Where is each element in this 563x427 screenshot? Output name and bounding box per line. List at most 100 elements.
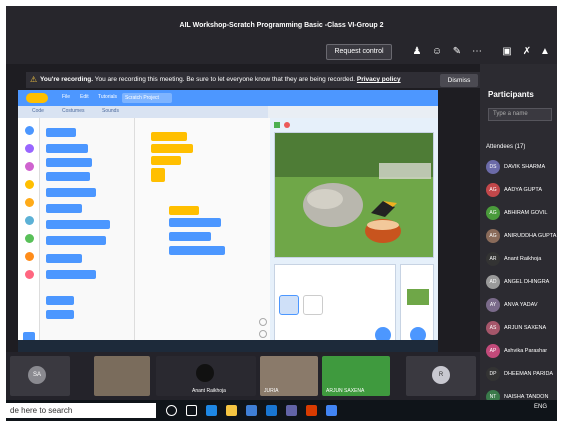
video-tile[interactable]: [94, 356, 150, 396]
category-events[interactable]: [25, 180, 34, 189]
category-operators[interactable]: [25, 234, 34, 243]
video-tile[interactable]: JURIA: [260, 356, 318, 396]
zoom-in-icon[interactable]: [259, 318, 267, 326]
video-tile[interactable]: SA: [10, 356, 70, 396]
share-icon[interactable]: ▲: [537, 44, 553, 60]
store-icon[interactable]: [246, 405, 257, 416]
menu-file[interactable]: File: [62, 94, 70, 100]
warning-icon: ⚠: [30, 75, 38, 84]
participant-row[interactable]: DS DAVIK SHARMA: [486, 160, 556, 176]
file-explorer-icon[interactable]: [226, 405, 237, 416]
stop-icon[interactable]: [284, 122, 290, 128]
menu-tutorials[interactable]: Tutorials: [98, 94, 117, 100]
palette-block[interactable]: [46, 158, 92, 167]
teams-icon[interactable]: [286, 405, 297, 416]
stage[interactable]: [274, 132, 434, 258]
palette-block[interactable]: [46, 270, 96, 279]
participant-avatar: DP: [486, 367, 500, 381]
camera-off-icon[interactable]: ▣: [499, 44, 515, 60]
participant-row[interactable]: DP DHEEMAN PARIDA: [486, 367, 556, 383]
category-motion[interactable]: [25, 126, 34, 135]
language-indicator[interactable]: ENG: [534, 404, 547, 410]
palette-block[interactable]: [46, 236, 106, 245]
backdrop-thumbnail[interactable]: [407, 289, 429, 305]
participant-name: AADYA GUPTA: [504, 187, 543, 193]
tile-name: ARJUN SAXENA: [326, 388, 365, 394]
video-tile[interactable]: R: [406, 356, 476, 396]
powerpoint-icon[interactable]: [306, 405, 317, 416]
people-icon[interactable]: ♟: [409, 44, 425, 60]
code-area[interactable]: [135, 118, 270, 352]
tab-code[interactable]: Code: [32, 108, 44, 114]
participants-panel: Participants Type a name Attendees (17) …: [480, 64, 557, 421]
attendees-header[interactable]: Attendees (17): [486, 144, 525, 150]
chat-icon[interactable]: ✎: [449, 44, 465, 60]
participant-row[interactable]: AG AADYA GUPTA: [486, 183, 556, 199]
code-block[interactable]: [151, 132, 187, 141]
participant-avatar: AG: [486, 183, 500, 197]
participant-name: ANGEL DHINGRA: [504, 279, 550, 285]
palette-block[interactable]: [46, 204, 82, 213]
tab-sounds[interactable]: Sounds: [102, 108, 119, 114]
code-block[interactable]: [169, 206, 199, 215]
tab-costumes[interactable]: Costumes: [62, 108, 85, 114]
code-block[interactable]: [151, 168, 165, 182]
category-my-blocks[interactable]: [25, 270, 34, 279]
participant-row[interactable]: AS ARJUN SAXENA: [486, 321, 556, 337]
block-palette: [40, 118, 135, 352]
scratch-logo[interactable]: [26, 93, 48, 103]
recording-message: You are recording this meeting. Be sure …: [94, 76, 356, 83]
code-block[interactable]: [169, 218, 221, 227]
palette-block[interactable]: [46, 220, 110, 229]
code-block[interactable]: [151, 156, 181, 165]
palette-block[interactable]: [46, 128, 76, 137]
code-block[interactable]: [151, 144, 193, 153]
sprite-thumbnail[interactable]: [303, 295, 323, 315]
participant-row[interactable]: AP Ashvika Parashar: [486, 344, 556, 360]
participant-avatar: AY: [486, 298, 500, 312]
palette-block[interactable]: [46, 172, 90, 181]
participant-row[interactable]: AR Anant Raikhoja: [486, 252, 556, 268]
code-block[interactable]: [169, 246, 225, 255]
request-control-button[interactable]: Request control: [326, 44, 392, 60]
category-sound[interactable]: [25, 162, 34, 171]
sprite-thumbnail[interactable]: [279, 295, 299, 315]
dismiss-button[interactable]: Dismiss: [440, 74, 478, 87]
cortana-icon[interactable]: [166, 405, 177, 416]
participant-row[interactable]: AY ANVA YADAV: [486, 298, 556, 314]
participant-row[interactable]: AD ANGEL DHINGRA: [486, 275, 556, 291]
video-tile[interactable]: Anant Raikhoja: [156, 356, 256, 396]
category-looks[interactable]: [25, 144, 34, 153]
palette-block[interactable]: [46, 310, 74, 319]
category-sensing[interactable]: [25, 216, 34, 225]
palette-block[interactable]: [46, 296, 74, 305]
privacy-policy-link[interactable]: Privacy policy: [357, 76, 401, 83]
video-gallery: SA Anant Raikhoja JURIA ARJUN SAXENA R: [6, 352, 480, 400]
palette-block[interactable]: [46, 188, 96, 197]
windows-search-input[interactable]: de here to search: [6, 403, 156, 418]
palette-block[interactable]: [46, 254, 82, 263]
mail-icon[interactable]: [266, 405, 277, 416]
windows-taskbar: de here to search ENG: [6, 400, 557, 421]
menu-edit[interactable]: Edit: [80, 94, 89, 100]
scratch-tabs: Code Costumes Sounds: [18, 106, 268, 118]
category-control[interactable]: [25, 198, 34, 207]
palette-block[interactable]: [46, 144, 88, 153]
code-block[interactable]: [169, 232, 211, 241]
task-view-icon[interactable]: [186, 405, 197, 416]
edge-icon[interactable]: [206, 405, 217, 416]
participant-row[interactable]: AG ABHIRAM GOVIL: [486, 206, 556, 222]
zoom-out-icon[interactable]: [259, 330, 267, 338]
category-variables[interactable]: [25, 252, 34, 261]
backdrop-pane: [400, 264, 434, 348]
project-title-field[interactable]: Scratch Project: [122, 93, 172, 103]
chrome-icon[interactable]: [326, 405, 337, 416]
more-options-icon[interactable]: ⋯: [469, 44, 485, 60]
mic-off-icon[interactable]: ✗: [519, 44, 535, 60]
reaction-icon[interactable]: ☺: [429, 44, 445, 60]
avatar: [196, 364, 214, 382]
green-flag-icon[interactable]: [274, 122, 280, 128]
participant-search-input[interactable]: Type a name: [488, 108, 552, 121]
video-tile[interactable]: ARJUN SAXENA: [322, 356, 390, 396]
participant-row[interactable]: AG ANIRUDDHA GUPTA: [486, 229, 556, 245]
